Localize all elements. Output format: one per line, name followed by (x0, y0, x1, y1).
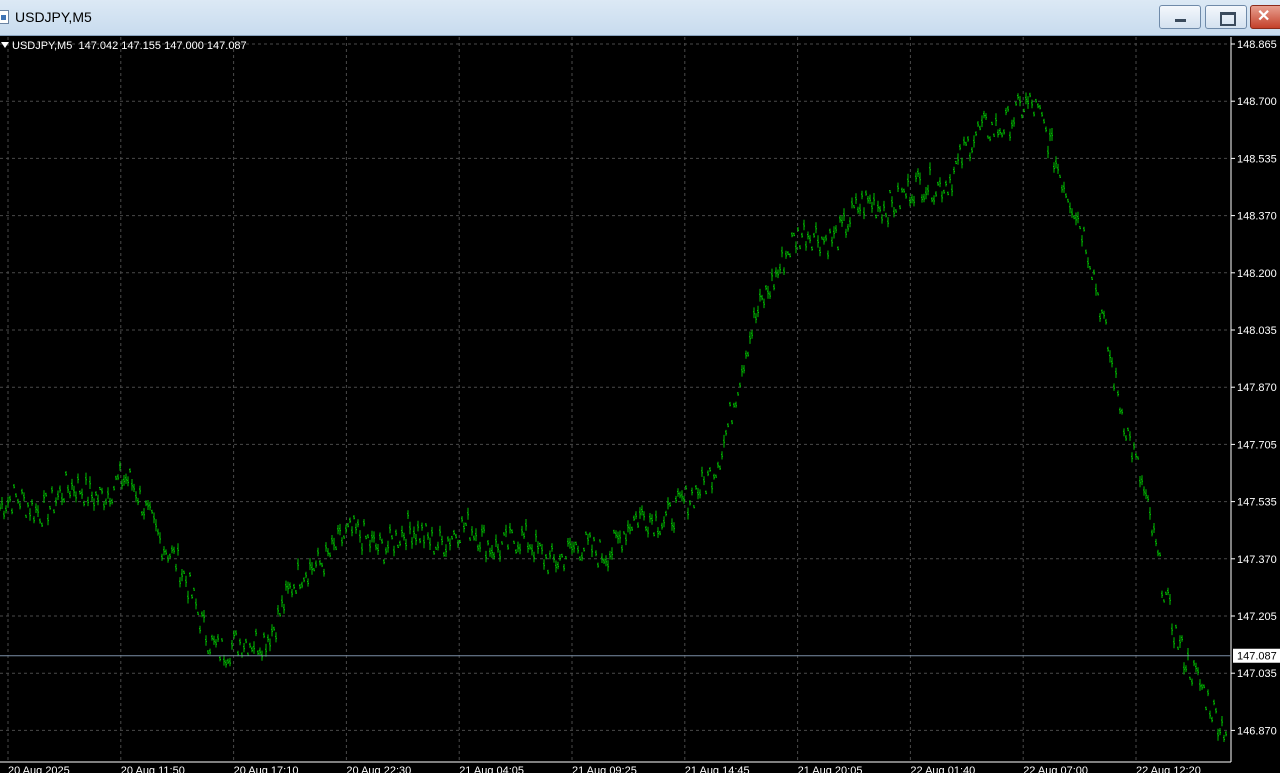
chart-svg: 148.865 148.700 148.535 148.370 148.200 148.0… (0, 37, 1280, 773)
title-bar[interactable]: USDJPY,M5 ✕ (0, 0, 1280, 36)
y-tick-label: 147.205 (1237, 611, 1277, 623)
x-tick-label: 20 Aug 2025 (8, 765, 70, 773)
y-tick-label: 147.870 (1237, 382, 1277, 394)
x-tick-label: 22 Aug 07:00 (1023, 765, 1088, 773)
x-tick-label: 21 Aug 20:05 (798, 765, 863, 773)
collapse-triangle-icon[interactable] (1, 42, 9, 48)
y-tick-label: 146.870 (1237, 725, 1277, 737)
minimize-icon (1160, 6, 1200, 28)
y-tick-label: 148.370 (1237, 211, 1277, 223)
y-tick-label: 148.035 (1237, 325, 1277, 337)
x-tick-label: 21 Aug 14:45 (685, 765, 750, 773)
price-bars (0, 92, 1227, 742)
y-tick-label: 147.370 (1237, 554, 1277, 566)
chart-window: USDJPY,M5 ✕ 148.865 148.700 148.535 148.370… (0, 0, 1280, 773)
x-tick-label: 21 Aug 04:05 (459, 765, 524, 773)
restore-icon (1206, 6, 1246, 28)
close-icon: ✕ (1257, 8, 1271, 25)
window-title: USDJPY,M5 (15, 9, 92, 25)
chart-symbol: USDJPY,M5 (12, 40, 73, 52)
y-tick-label: 148.865 (1237, 39, 1277, 51)
x-tick-label: 22 Aug 12:20 (1136, 765, 1201, 773)
chart-window-icon (0, 10, 9, 24)
y-tick-label: 147.035 (1237, 668, 1277, 680)
minimize-button[interactable] (1159, 5, 1201, 29)
y-tick-label: 148.700 (1237, 96, 1277, 108)
restore-button[interactable] (1205, 5, 1247, 29)
y-tick-label: 147.705 (1237, 439, 1277, 451)
chart-ohlc: 147.042 147.155 147.000 147.087 (78, 40, 247, 52)
close-button[interactable]: ✕ (1250, 5, 1280, 29)
y-tick-label: 148.535 (1237, 153, 1277, 165)
x-tick-label: 20 Aug 22:30 (346, 765, 411, 773)
x-tick-label: 20 Aug 11:50 (121, 765, 185, 773)
price-chart[interactable]: 148.865 148.700 148.535 148.370 148.200 148.0… (0, 37, 1280, 773)
y-tick-label: 148.200 (1237, 268, 1277, 280)
x-tick-label: 20 Aug 17:10 (234, 765, 299, 773)
y-tick-label: 147.535 (1237, 497, 1277, 509)
x-tick-label: 22 Aug 01:40 (910, 765, 975, 773)
chart-info-line: USDJPY,M5 147.042 147.155 147.000 147.08… (1, 40, 247, 52)
current-price-label: 147.087 (1237, 651, 1277, 663)
x-tick-label: 21 Aug 09:25 (572, 765, 637, 773)
